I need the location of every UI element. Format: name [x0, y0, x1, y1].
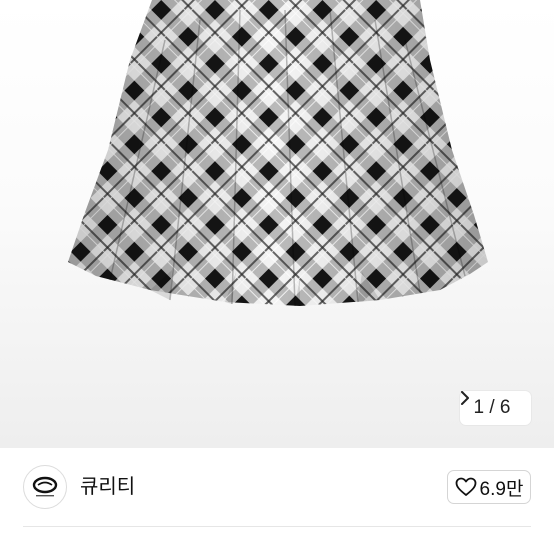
plaid-skirt-photo [68, 0, 488, 307]
seller-avatar[interactable] [23, 465, 67, 509]
image-pager[interactable]: 1 / 6 [460, 391, 531, 425]
pager-text: 1 / 6 [473, 397, 511, 418]
heart-outline-icon [455, 477, 477, 497]
like-count: 6.9만 [479, 478, 524, 500]
seller-row[interactable]: 큐리티 6.9만 [0, 448, 554, 528]
section-divider [23, 526, 531, 527]
seller-name[interactable]: 큐리티 [80, 475, 135, 499]
shop-logo [32, 476, 58, 497]
like-button[interactable]: 6.9만 [447, 470, 531, 504]
product-image[interactable]: 1 / 6 [0, 0, 554, 448]
